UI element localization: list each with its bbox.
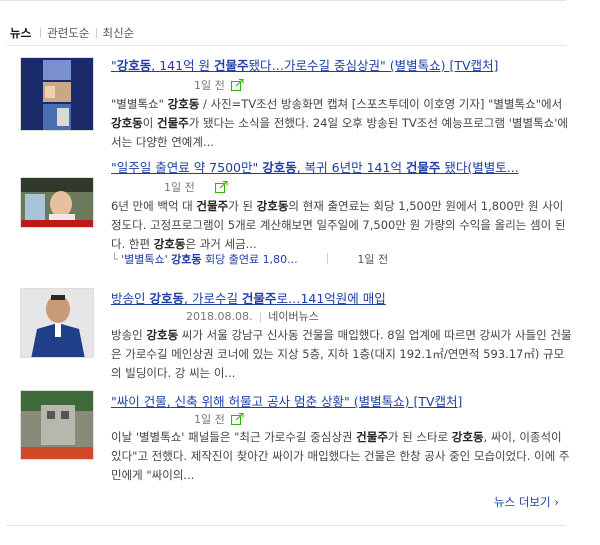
article-thumbnail[interactable] [20,57,94,131]
tab-bar: 뉴스 관련도순 최신순 [10,24,134,42]
article-snippet: "별별톡쇼" 강호동 / 사진=TV조선 방송화면 캡쳐 [스포츠투데이 이호영… [111,97,568,149]
related-article-link[interactable]: └ '별별톡쇼' 강호동 회당 출연료 1,80... [111,251,298,267]
related-article: └ '별별톡쇼' 강호동 회당 출연료 1,80... | 1일 전 [111,251,388,267]
article-meta: 1일 전 [194,411,244,427]
related-time: 1일 전 [357,253,389,266]
related-separator: | [325,251,330,264]
article-time: 1일 전 [194,79,225,92]
article-title-link[interactable]: "일주일 출연료 약 7500만" 강호동, 복귀 6년만 141억 건물주 됐… [111,157,519,176]
article-thumbnail[interactable] [20,177,94,228]
article-snippet: 6년 만에 백억 대 건물주가 된 강호동의 현재 출연료는 회당 1,500만… [111,199,566,251]
top-divider [0,0,566,1]
tab-divider [6,45,566,46]
article-thumbnail[interactable] [20,390,94,460]
article-meta: 1일 전 [194,77,244,93]
bottom-divider [6,525,566,526]
article-meta: 2018.08.08. | 네이버뉴스 [186,308,319,324]
article-thumbnail[interactable] [20,288,94,358]
tab-latest[interactable]: 최신순 [103,25,135,41]
article-time: 1일 전 [194,413,225,426]
article-time: 1일 전 [164,181,195,194]
tab-relevance[interactable]: 관련도순 [47,25,89,41]
article-snippet: 이날 '별별톡쇼' 패널들은 "최근 가로수길 중심상권 건물주가 된 스타로 … [111,430,570,482]
article-date: 2018.08.08. [186,309,253,323]
share-icon[interactable] [230,79,244,91]
article-title-link[interactable]: "강호동, 141억 원 건물주됐다…가로수길 중심상권" (별별톡쇼) [TV… [111,55,498,74]
share-icon[interactable] [230,413,244,425]
article-title-link[interactable]: 방송인 강호동, 가로수길 건물주로…141억원에 매입 [111,288,386,307]
share-icon[interactable] [214,181,228,193]
tab-separator [40,28,42,38]
article-meta: 1일 전 [164,179,228,195]
tab-news[interactable]: 뉴스 [10,25,31,41]
article-title-link[interactable]: "싸이 건물, 신축 위해 허물고 공사 멈춘 상황" (별별톡쇼) [TV캡처… [111,391,462,410]
article-snippet: 방송인 강호동 씨가 서울 강남구 신사동 건물을 매입했다. 8일 업계에 따… [111,328,572,380]
article-source[interactable]: 네이버뉴스 [268,308,319,324]
tab-separator [95,28,97,38]
more-news-link[interactable]: 뉴스 더보기 › [494,494,559,510]
